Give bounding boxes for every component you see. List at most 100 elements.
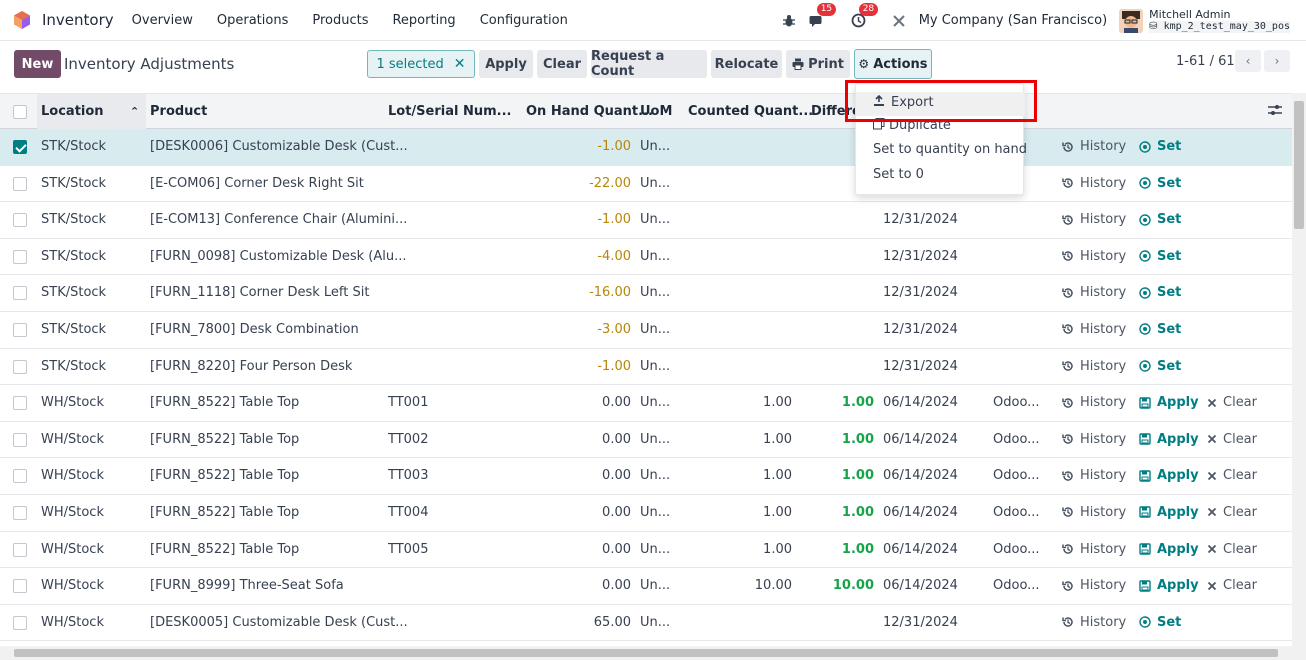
optional-columns-icon[interactable] [1268, 104, 1282, 120]
table-row[interactable]: STK/Stock [FURN_8220] Four Person Desk -1.… [0, 349, 1292, 386]
set-row-button[interactable]: Set [1139, 359, 1181, 374]
chat-icon[interactable]: 15 [807, 2, 837, 31]
pager-previous-button[interactable]: ‹ [1235, 50, 1261, 72]
history-button[interactable]: History [1062, 468, 1126, 483]
pager-next-button[interactable]: › [1264, 50, 1290, 72]
table-row[interactable]: WH/Stock [FURN_8999] Three-Seat Sofa 0.00 U… [0, 568, 1292, 605]
bug-icon[interactable] [779, 11, 799, 31]
clock-icon[interactable]: 28 [849, 2, 879, 31]
clear-row-button[interactable]: Clear [1207, 395, 1257, 410]
history-button[interactable]: History [1062, 212, 1126, 227]
set-quantity-on-hand-menu-item[interactable]: Set to quantity on hand [856, 142, 1027, 157]
history-button[interactable]: History [1062, 359, 1126, 374]
history-button[interactable]: History [1062, 578, 1126, 593]
horizontal-scrollbar[interactable] [0, 646, 1306, 660]
table-row[interactable]: WH/Stock [FURN_8522] Table Top TT002 0.00 Un… [0, 422, 1292, 459]
history-button[interactable]: History [1062, 322, 1126, 337]
menu-overview[interactable]: Overview [132, 13, 193, 28]
set-row-button[interactable]: Set [1139, 249, 1181, 264]
table-row[interactable]: WH/Stock [FURN_8522] Table Top TT001 0.00 Un… [0, 385, 1292, 422]
apply-button[interactable]: Apply [479, 50, 533, 78]
history-button[interactable]: History [1062, 395, 1126, 410]
tools-icon[interactable] [889, 11, 909, 31]
set-row-button[interactable]: Set [1139, 322, 1181, 337]
row-checkbox[interactable] [13, 469, 27, 484]
cell-counted[interactable]: 1.00 [763, 395, 792, 410]
menu-reporting[interactable]: Reporting [392, 13, 455, 28]
history-button[interactable]: History [1062, 139, 1126, 154]
row-checkbox[interactable] [13, 505, 27, 520]
apply-row-button[interactable]: Apply [1139, 468, 1199, 483]
vertical-scrollbar[interactable] [1292, 93, 1306, 646]
row-checkbox[interactable] [13, 579, 27, 594]
table-row[interactable]: WH/Stock [FURN_8522] Table Top TT004 0.00 Un… [0, 495, 1292, 532]
row-checkbox[interactable] [13, 213, 27, 228]
row-checkbox[interactable] [13, 432, 27, 447]
table-row[interactable]: STK/Stock [DESK0006] Customizable Desk (C… [0, 129, 1292, 166]
history-button[interactable]: History [1062, 176, 1126, 191]
menu-configuration[interactable]: Configuration [480, 13, 568, 28]
table-row[interactable]: STK/Stock [FURN_7800] Desk Combination -3.… [0, 312, 1292, 349]
app-name[interactable]: Inventory [42, 11, 114, 29]
set-to-zero-menu-item[interactable]: Set to 0 [856, 167, 1025, 182]
clear-row-button[interactable]: Clear [1207, 505, 1257, 520]
cell-counted[interactable]: 1.00 [763, 432, 792, 447]
company-switcher[interactable]: My Company (San Francisco) [919, 13, 1107, 28]
history-button[interactable]: History [1062, 285, 1126, 300]
table-row[interactable]: WH/Stock [FURN_8522] Table Top TT003 0.00 Un… [0, 458, 1292, 495]
row-checkbox[interactable] [13, 286, 27, 301]
row-checkbox[interactable] [13, 615, 27, 630]
header-product[interactable]: Product [150, 104, 207, 119]
request-count-button[interactable]: Request a Count [591, 49, 707, 79]
history-button[interactable]: History [1062, 615, 1126, 630]
table-row[interactable]: STK/Stock [FURN_0098] Customizable Desk (… [0, 239, 1292, 276]
header-on-hand[interactable]: On Hand Quant... [526, 104, 653, 119]
clear-row-button[interactable]: Clear [1207, 578, 1257, 593]
row-checkbox[interactable] [13, 359, 27, 374]
history-button[interactable]: History [1062, 505, 1126, 520]
clear-row-button[interactable]: Clear [1207, 542, 1257, 557]
sort-asc-icon[interactable]: ⌃ [130, 105, 139, 118]
relocate-button[interactable]: Relocate [711, 50, 782, 78]
cell-counted[interactable]: 1.00 [763, 468, 792, 483]
row-checkbox[interactable] [13, 322, 27, 337]
user-menu[interactable]: Mitchell Admin ⛁ kmp_2_test_may_30_pos [1149, 8, 1290, 33]
page-title[interactable]: Inventory Adjustments [64, 55, 234, 73]
row-checkbox[interactable] [13, 249, 27, 264]
menu-products[interactable]: Products [312, 13, 368, 28]
table-row[interactable]: STK/Stock [E-COM13] Conference Chair (Alu… [0, 202, 1292, 239]
menu-operations[interactable]: Operations [217, 13, 288, 28]
clear-row-button[interactable]: Clear [1207, 432, 1257, 447]
header-uom[interactable]: UoM [640, 104, 672, 119]
header-counted[interactable]: Counted Quant... [688, 104, 813, 119]
set-row-button[interactable]: Set [1139, 212, 1181, 227]
clear-button[interactable]: Clear [537, 50, 587, 78]
clear-row-button[interactable]: Clear [1207, 468, 1257, 483]
history-button[interactable]: History [1062, 249, 1126, 264]
set-row-button[interactable]: Set [1139, 615, 1181, 630]
print-button[interactable]: Print [786, 50, 850, 78]
cell-counted[interactable]: 1.00 [763, 542, 792, 557]
table-row[interactable]: WH/Stock [FURN_8522] Table Top TT005 0.00 Un… [0, 532, 1292, 569]
set-row-button[interactable]: Set [1139, 176, 1181, 191]
history-button[interactable]: History [1062, 432, 1126, 447]
selection-indicator[interactable]: 1 selected ✕ [367, 50, 475, 78]
apply-row-button[interactable]: Apply [1139, 432, 1199, 447]
row-checkbox[interactable] [13, 140, 27, 154]
row-checkbox[interactable] [13, 396, 27, 411]
vertical-scroll-thumb[interactable] [1294, 101, 1304, 229]
apply-row-button[interactable]: Apply [1139, 395, 1199, 410]
unselect-close-icon[interactable]: ✕ [454, 56, 466, 72]
history-button[interactable]: History [1062, 542, 1126, 557]
cell-counted[interactable]: 1.00 [763, 505, 792, 520]
actions-button[interactable]: ⚙ Actions [854, 49, 932, 79]
table-row[interactable]: STK/Stock [E-COM06] Corner Desk Right Sit… [0, 166, 1292, 203]
user-avatar[interactable] [1119, 8, 1144, 33]
apply-row-button[interactable]: Apply [1139, 505, 1199, 520]
header-location[interactable]: Location [41, 104, 104, 119]
table-row[interactable]: STK/Stock [FURN_1118] Corner Desk Left Si… [0, 275, 1292, 312]
set-row-button[interactable]: Set [1139, 285, 1181, 300]
new-button[interactable]: New [14, 50, 61, 78]
horizontal-scroll-thumb[interactable] [14, 649, 1278, 657]
pager-value[interactable]: 1-61 / 61 [1176, 54, 1235, 69]
